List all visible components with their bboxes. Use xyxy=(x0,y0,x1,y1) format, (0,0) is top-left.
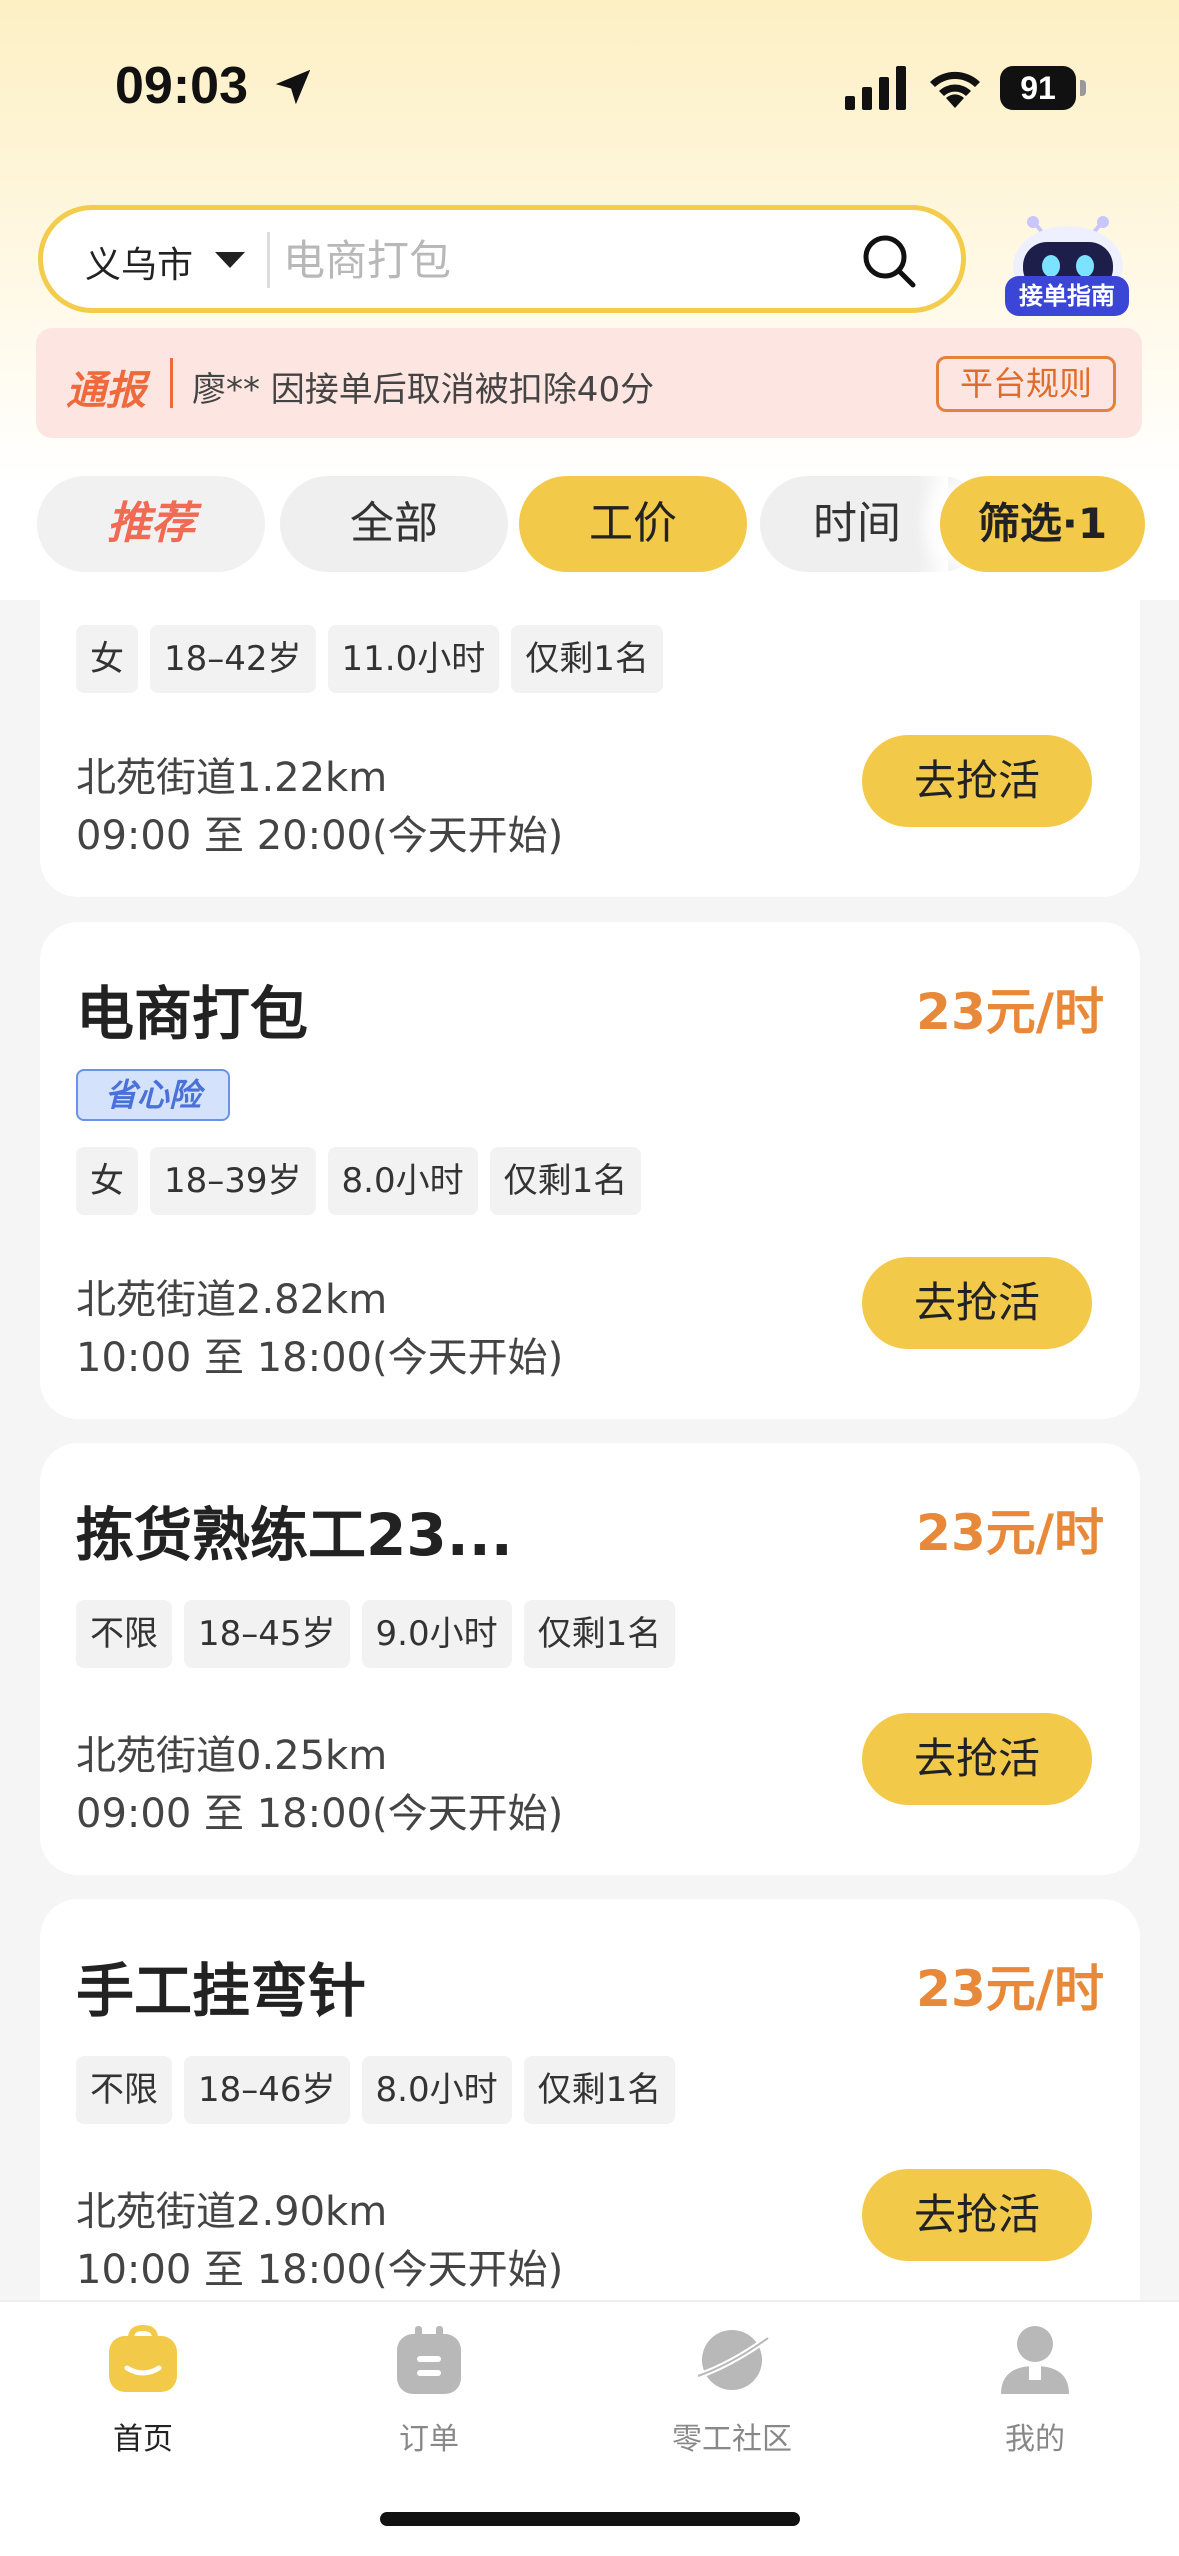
platform-rules-button[interactable]: 平台规则 xyxy=(936,356,1116,412)
tag-gender: 女 xyxy=(76,1147,138,1215)
guide-label[interactable]: 接单指南 xyxy=(1005,276,1129,316)
notice-tag: 通报 xyxy=(66,368,146,414)
status-time: 09:03 xyxy=(115,57,248,115)
nav-profile[interactable]: 我的 xyxy=(935,2320,1135,2458)
job-tags: 女 18–39岁 8.0小时 仅剩1名 xyxy=(76,1147,642,1215)
tag-age: 18–45岁 xyxy=(184,1600,350,1668)
job-location: 北苑街道2.82km xyxy=(76,1277,388,1323)
location-arrow-icon xyxy=(275,69,311,105)
job-title: 电商打包 xyxy=(76,980,309,1048)
job-time: 10:00 至 18:00(今天开始) xyxy=(76,1335,564,1381)
search-input[interactable] xyxy=(283,230,843,290)
grab-job-button[interactable]: 去抢活 xyxy=(862,735,1092,827)
insurance-badge: 省心险 xyxy=(76,1069,230,1121)
notice-text: 廖** 因接单后取消被扣除40分 xyxy=(192,370,655,410)
job-location: 北苑街道0.25km xyxy=(76,1733,388,1779)
profile-icon xyxy=(1001,2326,1069,2394)
job-card[interactable]: 电商打包 23元/时 省心险 女 18–39岁 8.0小时 仅剩1名 北苑街道2… xyxy=(40,922,1140,1419)
community-planet-icon xyxy=(695,2330,771,2390)
tag-remaining: 仅剩1名 xyxy=(523,1600,676,1668)
battery-indicator: 91 xyxy=(1000,66,1076,110)
grab-job-button[interactable]: 去抢活 xyxy=(862,1257,1092,1349)
city-selector[interactable]: 义乌市 xyxy=(85,236,193,288)
tag-gender: 不限 xyxy=(76,1600,172,1668)
nav-home[interactable]: 首页 xyxy=(43,2320,243,2458)
orders-icon xyxy=(397,2326,461,2394)
nav-community-label: 零工社区 xyxy=(672,2422,792,2457)
tag-hours: 11.0小时 xyxy=(327,625,500,693)
nav-profile-label: 我的 xyxy=(1005,2422,1065,2457)
job-location: 北苑街道2.90km xyxy=(76,2189,388,2235)
tag-age: 18–39岁 xyxy=(150,1147,316,1215)
home-bag-icon xyxy=(109,2324,177,2392)
job-time: 09:00 至 20:00(今天开始) xyxy=(76,813,564,859)
search-icon[interactable] xyxy=(858,230,920,292)
cellular-signal-icon xyxy=(845,66,906,110)
tag-remaining: 仅剩1名 xyxy=(489,1147,642,1215)
tag-hours: 9.0小时 xyxy=(361,1600,512,1668)
job-tags: 不限 18–46岁 8.0小时 仅剩1名 xyxy=(76,2056,676,2124)
tag-age: 18–46岁 xyxy=(184,2056,350,2124)
tab-wage[interactable]: 工价 xyxy=(519,476,747,572)
job-pay: 23元/时 xyxy=(916,1960,1104,2018)
status-bar: 09:03 91 xyxy=(0,0,1179,170)
tab-all[interactable]: 全部 xyxy=(280,476,508,572)
battery-tip xyxy=(1080,80,1086,96)
job-tags: 女 18–42岁 11.0小时 仅剩1名 xyxy=(76,625,663,693)
job-list: 女 18–42岁 11.0小时 仅剩1名 北苑街道1.22km 09:00 至 … xyxy=(0,600,1179,2300)
job-title: 手工挂弯针 xyxy=(76,1957,367,2025)
filter-tabs: 推荐 全部 工价 时间 筛选·1 xyxy=(0,470,1179,582)
job-title: 拣货熟练工23... xyxy=(76,1501,513,1569)
job-card[interactable]: 女 18–42岁 11.0小时 仅剩1名 北苑街道1.22km 09:00 至 … xyxy=(40,600,1140,897)
filter-button[interactable]: 筛选·1 xyxy=(940,476,1145,572)
home-indicator xyxy=(380,2512,800,2526)
tag-remaining: 仅剩1名 xyxy=(511,625,663,693)
caret-down-icon[interactable] xyxy=(215,252,245,268)
job-tags: 不限 18–45岁 9.0小时 仅剩1名 xyxy=(76,1600,676,1668)
search-divider xyxy=(267,232,270,288)
job-pay: 23元/时 xyxy=(916,983,1104,1041)
job-location: 北苑街道1.22km xyxy=(76,755,388,801)
job-time: 10:00 至 18:00(今天开始) xyxy=(76,2247,564,2293)
nav-community[interactable]: 零工社区 xyxy=(632,2320,832,2458)
tag-remaining: 仅剩1名 xyxy=(523,2056,676,2124)
job-card[interactable]: 拣货熟练工23... 23元/时 不限 18–45岁 9.0小时 仅剩1名 北苑… xyxy=(40,1443,1140,1875)
wifi-icon xyxy=(930,71,980,108)
nav-orders-label: 订单 xyxy=(399,2422,459,2457)
nav-home-label: 首页 xyxy=(113,2422,173,2457)
grab-job-button[interactable]: 去抢活 xyxy=(862,1713,1092,1805)
notice-banner: 通报 廖** 因接单后取消被扣除40分 平台规则 xyxy=(36,328,1142,438)
job-card[interactable]: 手工挂弯针 23元/时 不限 18–46岁 8.0小时 仅剩1名 北苑街道2.9… xyxy=(40,1899,1140,2300)
tag-hours: 8.0小时 xyxy=(361,2056,512,2124)
search-bar[interactable]: 义乌市 xyxy=(38,205,966,313)
tag-gender: 女 xyxy=(76,625,138,693)
job-pay: 23元/时 xyxy=(916,1504,1104,1562)
tab-recommended[interactable]: 推荐 xyxy=(37,476,265,572)
tag-gender: 不限 xyxy=(76,2056,172,2124)
job-time: 09:00 至 18:00(今天开始) xyxy=(76,1791,564,1837)
notice-divider xyxy=(170,358,173,408)
tag-hours: 8.0小时 xyxy=(327,1147,478,1215)
nav-orders[interactable]: 订单 xyxy=(329,2320,529,2458)
grab-job-button[interactable]: 去抢活 xyxy=(862,2169,1092,2261)
tag-age: 18–42岁 xyxy=(150,625,316,693)
